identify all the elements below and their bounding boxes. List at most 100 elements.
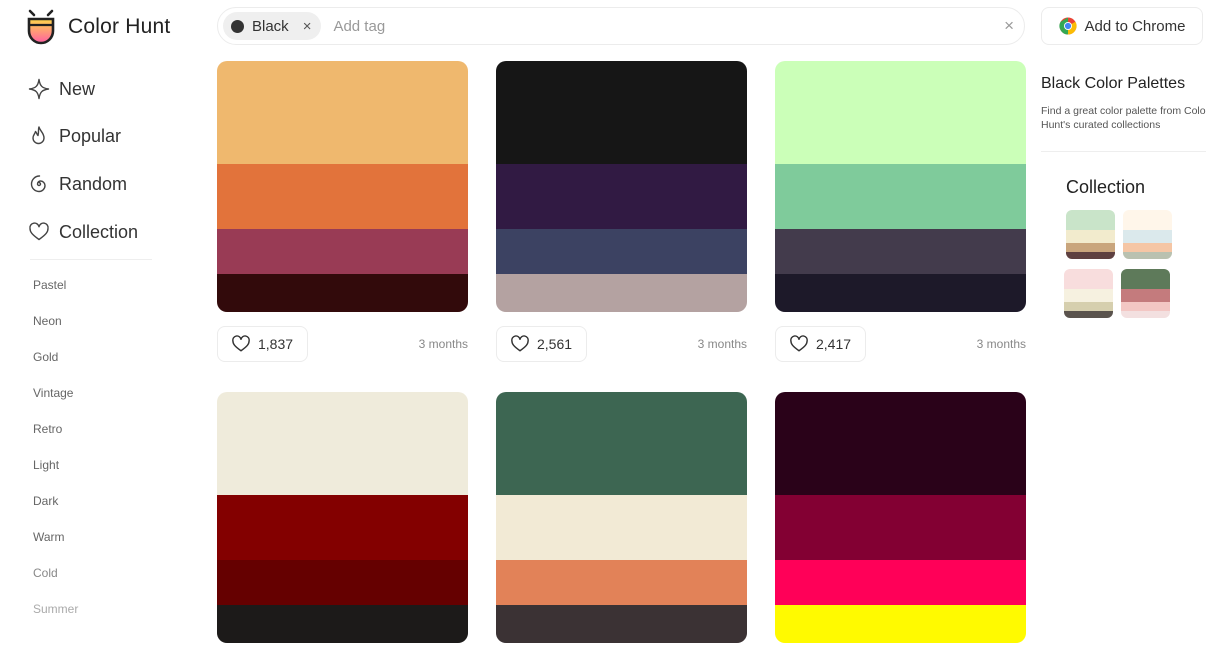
swirl-icon (28, 173, 50, 195)
sidebar-item-popular[interactable]: Popular (28, 121, 121, 151)
palette-color[interactable] (496, 164, 747, 229)
heart-icon (232, 335, 250, 352)
sidebar-tag-dark[interactable]: Dark (33, 494, 58, 508)
sidebar-tag-retro[interactable]: Retro (33, 422, 62, 436)
palette-color[interactable] (775, 560, 1026, 605)
chrome-icon (1058, 17, 1077, 35)
add-to-chrome-button[interactable]: Add to Chrome (1041, 7, 1203, 45)
sidebar-tag-cold[interactable]: Cold (33, 566, 58, 580)
sidebar-tag-vintage[interactable]: Vintage (33, 386, 73, 400)
tag-search-bar[interactable]: Black × × (217, 7, 1025, 45)
palette-age: 3 months (976, 337, 1026, 351)
heart-icon (511, 335, 529, 352)
tag-chip-black[interactable]: Black × (223, 12, 322, 40)
palette-card: 2,561 3 months (496, 61, 747, 366)
heart-icon (790, 335, 808, 352)
sidebar-item-label: Collection (59, 221, 139, 242)
palette-color[interactable] (217, 392, 468, 495)
sidebar-item-new[interactable]: New (28, 74, 95, 104)
palette-color[interactable] (496, 392, 747, 495)
palette-color[interactable] (217, 61, 468, 164)
sidebar-tag-gold[interactable]: Gold (33, 350, 58, 364)
palette-color[interactable] (496, 605, 747, 643)
palette-color[interactable] (775, 605, 1026, 643)
collection-color (1064, 269, 1113, 289)
palette-color[interactable] (217, 274, 468, 312)
sidebar-tag-warm[interactable]: Warm (33, 530, 65, 544)
palette-swatches[interactable] (217, 61, 468, 312)
like-count: 1,837 (258, 336, 294, 352)
tag-chip-label: Black (252, 17, 289, 35)
sidebar-item-label: New (59, 78, 96, 99)
palette-color[interactable] (217, 229, 468, 274)
palette-color[interactable] (217, 164, 468, 229)
palette-card-footer: 2,561 3 months (496, 326, 747, 366)
collection-color (1121, 289, 1170, 302)
like-button[interactable]: 2,561 (496, 326, 588, 362)
clear-search-icon[interactable]: × (1004, 16, 1014, 36)
heart-icon (28, 221, 50, 243)
add-tag-input[interactable] (331, 16, 1005, 36)
palette-card (217, 392, 468, 643)
collection-color (1066, 243, 1115, 252)
palette-age: 3 months (697, 337, 747, 351)
palette-color[interactable] (775, 274, 1026, 312)
palette-color[interactable] (496, 560, 747, 605)
palette-color[interactable] (496, 274, 747, 312)
palette-color[interactable] (496, 229, 747, 274)
palette-card: 2,417 3 months (775, 61, 1026, 366)
collection-color (1064, 302, 1113, 311)
sidebar-tag-summer[interactable]: Summer (33, 602, 78, 616)
logo-icon (27, 9, 55, 45)
palette-swatches[interactable] (775, 61, 1026, 312)
brand-name: Color Hunt (68, 15, 171, 38)
palette-color[interactable] (217, 495, 468, 560)
sidebar-divider (30, 259, 152, 260)
tag-color-dot (231, 19, 244, 33)
palette-swatches[interactable] (496, 392, 747, 643)
collection-color (1123, 210, 1172, 230)
palette-swatches[interactable] (775, 392, 1026, 643)
collection-item[interactable] (1123, 210, 1172, 259)
palette-color[interactable] (217, 560, 468, 605)
like-count: 2,561 (537, 336, 573, 352)
sidebar-item-label: Popular (59, 125, 122, 146)
sidebar-item-random[interactable]: Random (28, 169, 127, 199)
palette-color[interactable] (496, 61, 747, 164)
palette-color[interactable] (775, 164, 1026, 229)
palette-color[interactable] (496, 495, 747, 560)
collection-item[interactable] (1121, 269, 1170, 318)
collection-color (1066, 252, 1115, 259)
palette-card-footer: 2,417 3 months (775, 326, 1026, 366)
palette-color[interactable] (775, 495, 1026, 560)
like-button[interactable]: 2,417 (775, 326, 867, 362)
page-title: Black Color Palettes (1041, 75, 1186, 92)
palette-color[interactable] (217, 605, 468, 643)
palette-color[interactable] (775, 61, 1026, 164)
palette-color[interactable] (775, 392, 1026, 495)
sidebar-item-collection[interactable]: Collection (28, 217, 138, 247)
palette-swatches[interactable] (217, 392, 468, 643)
palette-swatches[interactable] (496, 61, 747, 312)
flame-icon (28, 125, 50, 147)
palette-card (775, 392, 1026, 643)
palette-color[interactable] (775, 229, 1026, 274)
collection-color (1064, 289, 1113, 302)
palette-card: 1,837 3 months (217, 61, 468, 366)
sidebar-tag-pastel[interactable]: Pastel (33, 278, 66, 292)
brand-logo[interactable]: Color Hunt (26, 8, 170, 46)
page-description: Find a great color palette from Color Hu… (1041, 105, 1206, 131)
like-button[interactable]: 1,837 (217, 326, 309, 362)
remove-tag-icon[interactable]: × (303, 18, 312, 35)
collection-color (1121, 311, 1170, 318)
sidebar-tag-neon[interactable]: Neon (33, 314, 62, 328)
collection-color (1123, 252, 1172, 259)
sparkle-icon (28, 78, 50, 100)
collection-item[interactable] (1066, 210, 1115, 259)
sidebar-item-label: Random (59, 173, 128, 194)
right-panel-divider (1041, 151, 1206, 152)
collection-item[interactable] (1064, 269, 1113, 318)
collection-color (1123, 243, 1172, 252)
collection-title: Collection (1066, 177, 1146, 197)
sidebar-tag-light[interactable]: Light (33, 458, 59, 472)
